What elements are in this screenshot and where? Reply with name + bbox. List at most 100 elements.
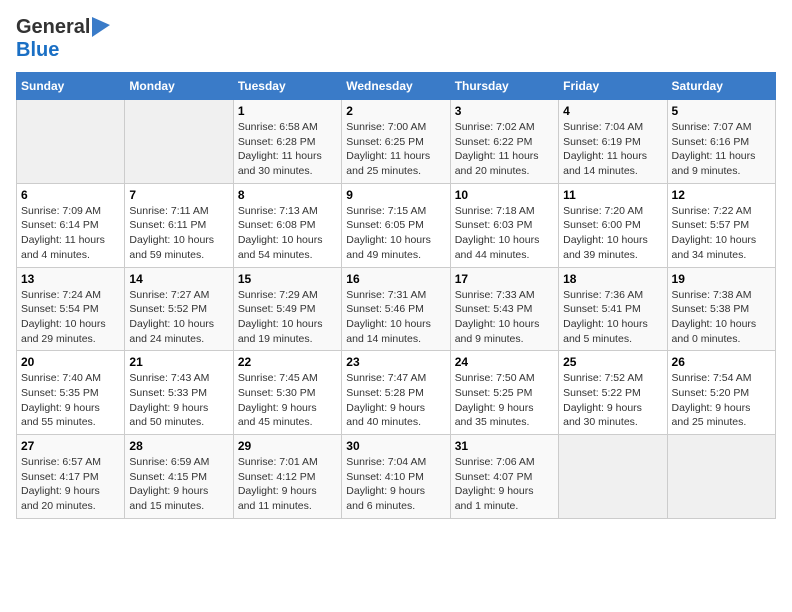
day-info: Sunrise: 7:04 AM Sunset: 4:10 PM Dayligh…: [346, 455, 445, 514]
calendar-cell: 14 Sunrise: 7:27 AM Sunset: 5:52 PM Dayli…: [125, 267, 233, 351]
calendar-cell: 6Sunrise: 7:09 AM Sunset: 6:14 PM Daylig…: [17, 183, 125, 267]
calendar-cell: 17 Sunrise: 7:33 AM Sunset: 5:43 PM Dayli…: [450, 267, 558, 351]
day-info: Sunrise: 7:00 AM Sunset: 6:25 PM Dayligh…: [346, 120, 445, 179]
weekday-header-monday: Monday: [125, 73, 233, 100]
day-number: 16: [346, 272, 445, 286]
day-info: Sunrise: 7:38 AM Sunset: 5:38 PM Dayligh…: [672, 288, 771, 347]
day-number: 2: [346, 104, 445, 118]
day-info: Sunrise: 7:43 AM Sunset: 5:33 PM Dayligh…: [129, 371, 228, 430]
day-number: 14: [129, 272, 228, 286]
calendar-cell: 21 Sunrise: 7:43 AM Sunset: 5:33 PM Dayli…: [125, 351, 233, 435]
day-number: 13: [21, 272, 120, 286]
calendar-cell: 31 Sunrise: 7:06 AM Sunset: 4:07 PM Dayli…: [450, 435, 558, 519]
logo-icon: [92, 17, 110, 37]
day-info: Sunrise: 7:01 AM Sunset: 4:12 PM Dayligh…: [238, 455, 337, 514]
calendar-cell: 3Sunrise: 7:02 AM Sunset: 6:22 PM Daylig…: [450, 100, 558, 184]
day-info: Sunrise: 6:59 AM Sunset: 4:15 PM Dayligh…: [129, 455, 228, 514]
day-number: 28: [129, 439, 228, 453]
day-number: 11: [563, 188, 662, 202]
calendar-cell: 16 Sunrise: 7:31 AM Sunset: 5:46 PM Dayli…: [342, 267, 450, 351]
calendar-cell: [667, 435, 775, 519]
calendar-cell: 9 Sunrise: 7:15 AM Sunset: 6:05 PM Daylig…: [342, 183, 450, 267]
day-info: Sunrise: 7:50 AM Sunset: 5:25 PM Dayligh…: [455, 371, 554, 430]
day-number: 12: [672, 188, 771, 202]
calendar-cell: 7 Sunrise: 7:11 AM Sunset: 6:11 PM Daylig…: [125, 183, 233, 267]
calendar-cell: 4Sunrise: 7:04 AM Sunset: 6:19 PM Daylig…: [559, 100, 667, 184]
day-number: 18: [563, 272, 662, 286]
day-info: Sunrise: 6:58 AM Sunset: 6:28 PM Dayligh…: [238, 120, 337, 179]
day-number: 1: [238, 104, 337, 118]
calendar-cell: 5Sunrise: 7:07 AM Sunset: 6:16 PM Daylig…: [667, 100, 775, 184]
calendar-cell: 22 Sunrise: 7:45 AM Sunset: 5:30 PM Dayli…: [233, 351, 341, 435]
weekday-header-thursday: Thursday: [450, 73, 558, 100]
calendar-table: SundayMondayTuesdayWednesdayThursdayFrid…: [16, 72, 776, 519]
calendar-week-row: 20 Sunrise: 7:40 AM Sunset: 5:35 PM Dayli…: [17, 351, 776, 435]
calendar-cell: 12 Sunrise: 7:22 AM Sunset: 5:57 PM Dayli…: [667, 183, 775, 267]
page-header: General Blue: [16, 16, 776, 62]
calendar-cell: [125, 100, 233, 184]
weekday-header-wednesday: Wednesday: [342, 73, 450, 100]
calendar-cell: 13 Sunrise: 7:24 AM Sunset: 5:54 PM Dayli…: [17, 267, 125, 351]
day-number: 8: [238, 188, 337, 202]
weekday-header-friday: Friday: [559, 73, 667, 100]
logo-general-text: General: [16, 16, 90, 39]
day-number: 30: [346, 439, 445, 453]
day-info: Sunrise: 6:57 AM Sunset: 4:17 PM Dayligh…: [21, 455, 120, 514]
day-info: Sunrise: 7:27 AM Sunset: 5:52 PM Dayligh…: [129, 288, 228, 347]
day-number: 26: [672, 355, 771, 369]
day-info: Sunrise: 7:13 AM Sunset: 6:08 PM Dayligh…: [238, 204, 337, 263]
day-number: 10: [455, 188, 554, 202]
calendar-cell: 24 Sunrise: 7:50 AM Sunset: 5:25 PM Dayli…: [450, 351, 558, 435]
day-info: Sunrise: 7:11 AM Sunset: 6:11 PM Dayligh…: [129, 204, 228, 263]
day-info: Sunrise: 7:06 AM Sunset: 4:07 PM Dayligh…: [455, 455, 554, 514]
day-number: 17: [455, 272, 554, 286]
weekday-header-row: SundayMondayTuesdayWednesdayThursdayFrid…: [17, 73, 776, 100]
day-info: Sunrise: 7:45 AM Sunset: 5:30 PM Dayligh…: [238, 371, 337, 430]
calendar-cell: [17, 100, 125, 184]
calendar-cell: 19 Sunrise: 7:38 AM Sunset: 5:38 PM Dayli…: [667, 267, 775, 351]
calendar-cell: 18Sunrise: 7:36 AM Sunset: 5:41 PM Dayli…: [559, 267, 667, 351]
calendar-cell: 15Sunrise: 7:29 AM Sunset: 5:49 PM Dayli…: [233, 267, 341, 351]
day-info: Sunrise: 7:33 AM Sunset: 5:43 PM Dayligh…: [455, 288, 554, 347]
day-number: 20: [21, 355, 120, 369]
day-number: 31: [455, 439, 554, 453]
calendar-cell: 25Sunrise: 7:52 AM Sunset: 5:22 PM Dayli…: [559, 351, 667, 435]
calendar-cell: 11 Sunrise: 7:20 AM Sunset: 6:00 PM Dayli…: [559, 183, 667, 267]
day-info: Sunrise: 7:54 AM Sunset: 5:20 PM Dayligh…: [672, 371, 771, 430]
logo: General Blue: [16, 16, 110, 62]
calendar-cell: 1 Sunrise: 6:58 AM Sunset: 6:28 PM Daylig…: [233, 100, 341, 184]
day-info: Sunrise: 7:04 AM Sunset: 6:19 PM Dayligh…: [563, 120, 662, 179]
day-number: 22: [238, 355, 337, 369]
day-number: 24: [455, 355, 554, 369]
calendar-cell: 2 Sunrise: 7:00 AM Sunset: 6:25 PM Daylig…: [342, 100, 450, 184]
day-info: Sunrise: 7:31 AM Sunset: 5:46 PM Dayligh…: [346, 288, 445, 347]
day-number: 23: [346, 355, 445, 369]
weekday-header-tuesday: Tuesday: [233, 73, 341, 100]
day-info: Sunrise: 7:47 AM Sunset: 5:28 PM Dayligh…: [346, 371, 445, 430]
day-info: Sunrise: 7:29 AM Sunset: 5:49 PM Dayligh…: [238, 288, 337, 347]
day-number: 25: [563, 355, 662, 369]
day-number: 7: [129, 188, 228, 202]
day-number: 21: [129, 355, 228, 369]
day-number: 9: [346, 188, 445, 202]
day-info: Sunrise: 7:24 AM Sunset: 5:54 PM Dayligh…: [21, 288, 120, 347]
calendar-cell: 26 Sunrise: 7:54 AM Sunset: 5:20 PM Dayli…: [667, 351, 775, 435]
day-number: 19: [672, 272, 771, 286]
calendar-cell: 10 Sunrise: 7:18 AM Sunset: 6:03 PM Dayli…: [450, 183, 558, 267]
day-info: Sunrise: 7:22 AM Sunset: 5:57 PM Dayligh…: [672, 204, 771, 263]
calendar-cell: [559, 435, 667, 519]
day-number: 5: [672, 104, 771, 118]
day-info: Sunrise: 7:09 AM Sunset: 6:14 PM Dayligh…: [21, 204, 120, 263]
calendar-week-row: 13 Sunrise: 7:24 AM Sunset: 5:54 PM Dayli…: [17, 267, 776, 351]
calendar-week-row: 27Sunrise: 6:57 AM Sunset: 4:17 PM Dayli…: [17, 435, 776, 519]
day-info: Sunrise: 7:15 AM Sunset: 6:05 PM Dayligh…: [346, 204, 445, 263]
calendar-cell: 8 Sunrise: 7:13 AM Sunset: 6:08 PM Daylig…: [233, 183, 341, 267]
day-info: Sunrise: 7:18 AM Sunset: 6:03 PM Dayligh…: [455, 204, 554, 263]
calendar-week-row: 6Sunrise: 7:09 AM Sunset: 6:14 PM Daylig…: [17, 183, 776, 267]
day-number: 3: [455, 104, 554, 118]
day-info: Sunrise: 7:40 AM Sunset: 5:35 PM Dayligh…: [21, 371, 120, 430]
day-info: Sunrise: 7:20 AM Sunset: 6:00 PM Dayligh…: [563, 204, 662, 263]
calendar-cell: 30 Sunrise: 7:04 AM Sunset: 4:10 PM Dayli…: [342, 435, 450, 519]
calendar-cell: 20 Sunrise: 7:40 AM Sunset: 5:35 PM Dayli…: [17, 351, 125, 435]
calendar-cell: 29Sunrise: 7:01 AM Sunset: 4:12 PM Dayli…: [233, 435, 341, 519]
